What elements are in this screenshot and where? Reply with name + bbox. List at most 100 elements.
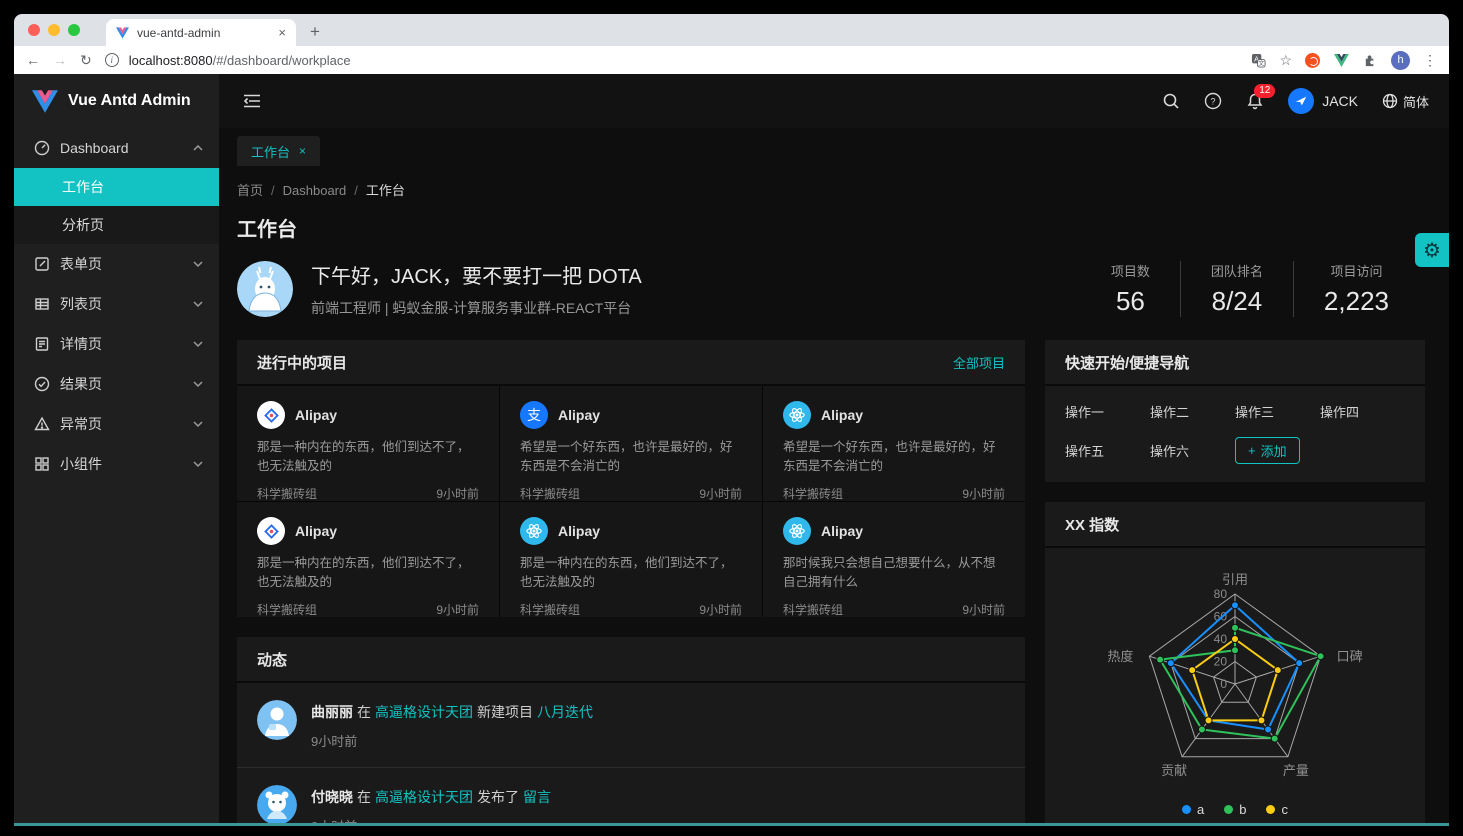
- activity-group-link[interactable]: 高逼格设计天团: [375, 704, 473, 720]
- quicknav-panel-title: 快速开始/便捷导航: [1065, 352, 1189, 373]
- legend-dot: [1224, 805, 1233, 814]
- project-group[interactable]: 科学搬砖组: [520, 485, 580, 502]
- breadcrumb-home[interactable]: 首页: [237, 183, 263, 198]
- sidebar-item-detail[interactable]: 详情页: [14, 324, 219, 364]
- project-name[interactable]: Alipay: [558, 523, 600, 539]
- browser-menu-icon[interactable]: ⋮: [1423, 52, 1437, 69]
- app-root: Vue Antd Admin Dashboard 工作台 分析页 表单页: [14, 74, 1449, 826]
- quicknav-link-3[interactable]: 操作三: [1235, 402, 1320, 421]
- projects-panel: 进行中的项目 全部项目 Alipay那是一种内在的东西，他们到达不了，也无法触及…: [237, 340, 1025, 617]
- chevron-down-icon: [193, 261, 203, 267]
- language-switcher[interactable]: 简体: [1382, 92, 1429, 111]
- back-icon[interactable]: ←: [26, 52, 40, 68]
- app-header: ? 12 JACK 简体: [219, 74, 1449, 128]
- project-card[interactable]: Alipay那时候我只会想自己想要什么，从不想自己拥有什么科学搬砖组9小时前: [763, 502, 1025, 617]
- page-tab-close-icon[interactable]: ×: [299, 144, 306, 158]
- close-window-button[interactable]: [28, 24, 40, 36]
- breadcrumb-dashboard[interactable]: Dashboard: [283, 183, 347, 198]
- activity-user[interactable]: 付晓晓: [311, 789, 353, 805]
- activity-target-link[interactable]: 留言: [523, 789, 551, 805]
- minimize-window-button[interactable]: [48, 24, 60, 36]
- sidebar-item-analysis[interactable]: 分析页: [14, 206, 219, 244]
- form-icon: [34, 256, 50, 272]
- zoom-window-button[interactable]: [68, 24, 80, 36]
- chevron-down-icon: [193, 461, 203, 467]
- project-card[interactable]: Alipay 那是一种内在的东西，他们到达不了，也无法触及的科学搬砖组 9小时前: [237, 502, 499, 617]
- activity-group-link[interactable]: 高逼格设计天团: [375, 789, 473, 805]
- activity-user[interactable]: 曲丽丽: [311, 704, 353, 720]
- sidebar-item-workplace[interactable]: 工作台: [14, 168, 219, 206]
- project-name[interactable]: Alipay: [295, 523, 337, 539]
- activity-connector: 在: [357, 789, 371, 805]
- project-desc: 那是一种内在的东西，他们到达不了，也无法触及的: [257, 554, 479, 594]
- sidebar-item-form[interactable]: 表单页: [14, 244, 219, 284]
- sidebar-item-result[interactable]: 结果页: [14, 364, 219, 404]
- search-icon[interactable]: [1162, 92, 1180, 110]
- project-desc: 那是一种内在的东西，他们到达不了，也无法触及的: [520, 554, 742, 594]
- project-card[interactable]: Alipay希望是一个好东西，也许是最好的，好东西是不会消亡的科学搬砖组9小时前: [763, 386, 1025, 501]
- quicknav-link-1[interactable]: 操作一: [1065, 402, 1150, 421]
- project-name[interactable]: Alipay: [821, 523, 863, 539]
- username: JACK: [1322, 93, 1358, 109]
- notification-badge: 12: [1254, 84, 1275, 98]
- activity-target-link[interactable]: 八月迭代: [537, 704, 593, 720]
- svg-text:80: 80: [1214, 587, 1228, 601]
- vue-logo-icon: [32, 90, 58, 113]
- legend-item[interactable]: b: [1224, 802, 1246, 817]
- notifications-bell[interactable]: 12: [1246, 92, 1264, 110]
- project-name[interactable]: Alipay: [558, 407, 600, 423]
- project-card[interactable]: Alipay 那是一种内在的东西，他们到达不了，也无法触及的科学搬砖组 9小时前: [500, 502, 762, 617]
- stat-value: 8/24: [1211, 286, 1263, 317]
- project-time: 9小时前: [436, 601, 479, 618]
- quicknav-link-2[interactable]: 操作二: [1150, 402, 1235, 421]
- project-time: 9小时前: [699, 601, 742, 618]
- project-group[interactable]: 科学搬砖组: [783, 601, 843, 618]
- antd-icon: [257, 517, 285, 545]
- sidebar-item-dashboard[interactable]: Dashboard: [14, 128, 219, 168]
- sidebar-item-label: 列表页: [60, 294, 102, 314]
- reload-icon[interactable]: ↻: [80, 52, 92, 69]
- menu-fold-icon[interactable]: [243, 92, 261, 110]
- project-name[interactable]: Alipay: [821, 407, 863, 423]
- sidebar-item-exception[interactable]: 异常页: [14, 404, 219, 444]
- activity-list: 曲丽丽在高逼格设计天团新建项目八月迭代9小时前付晓晓在高逼格设计天团发布了留言9…: [237, 683, 1025, 826]
- bookmark-star-icon[interactable]: ☆: [1279, 52, 1292, 69]
- project-time: 9小时前: [436, 485, 479, 502]
- app-logo[interactable]: Vue Antd Admin: [14, 74, 219, 128]
- page-info-icon[interactable]: i: [105, 53, 119, 67]
- quicknav-link-6[interactable]: 操作六: [1150, 441, 1235, 460]
- sidebar-item-list[interactable]: 列表页: [14, 284, 219, 324]
- forward-icon[interactable]: →: [53, 52, 67, 68]
- extension-orange-icon[interactable]: [1305, 53, 1320, 68]
- legend-item[interactable]: a: [1182, 802, 1204, 817]
- legend-item[interactable]: c: [1266, 802, 1288, 817]
- browser-profile-avatar[interactable]: h: [1391, 51, 1410, 70]
- sidebar-item-widgets[interactable]: 小组件: [14, 444, 219, 484]
- welcome-avatar: [237, 261, 293, 317]
- project-group[interactable]: 科学搬砖组: [783, 485, 843, 502]
- project-group[interactable]: 科学搬砖组: [257, 601, 317, 618]
- project-card[interactable]: Alipay那是一种内在的东西，他们到达不了，也无法触及的科学搬砖组9小时前: [237, 386, 499, 501]
- quicknav-link-4[interactable]: 操作四: [1320, 402, 1405, 421]
- help-icon[interactable]: ?: [1204, 92, 1222, 110]
- vue-devtools-icon[interactable]: [1333, 52, 1349, 68]
- quicknav-link-5[interactable]: 操作五: [1065, 441, 1150, 460]
- page-tab-workplace[interactable]: 工作台 ×: [237, 136, 320, 166]
- user-menu[interactable]: JACK: [1288, 88, 1358, 114]
- tab-close-icon[interactable]: ×: [278, 25, 286, 40]
- project-name[interactable]: Alipay: [295, 407, 337, 423]
- project-group[interactable]: 科学搬砖组: [520, 601, 580, 618]
- browser-tab-strip: vue-antd-admin × +: [14, 14, 1449, 46]
- project-card[interactable]: 支Alipay希望是一个好东西，也许是最好的，好东西是不会消亡的科学搬砖组9小时…: [500, 386, 762, 501]
- all-projects-link[interactable]: 全部项目: [953, 353, 1005, 372]
- extensions-puzzle-icon[interactable]: [1362, 52, 1378, 68]
- chevron-up-icon: [193, 145, 203, 151]
- add-button[interactable]: +添加: [1235, 437, 1300, 464]
- project-group[interactable]: 科学搬砖组: [257, 485, 317, 502]
- browser-tab[interactable]: vue-antd-admin ×: [106, 19, 296, 46]
- address-bar[interactable]: i localhost:8080/#/dashboard/workplace: [105, 53, 1238, 68]
- url-path: /#/dashboard/workplace: [213, 53, 351, 68]
- settings-button[interactable]: ⚙: [1415, 233, 1449, 267]
- translate-icon[interactable]: A文: [1250, 52, 1266, 68]
- new-tab-button[interactable]: +: [296, 22, 334, 46]
